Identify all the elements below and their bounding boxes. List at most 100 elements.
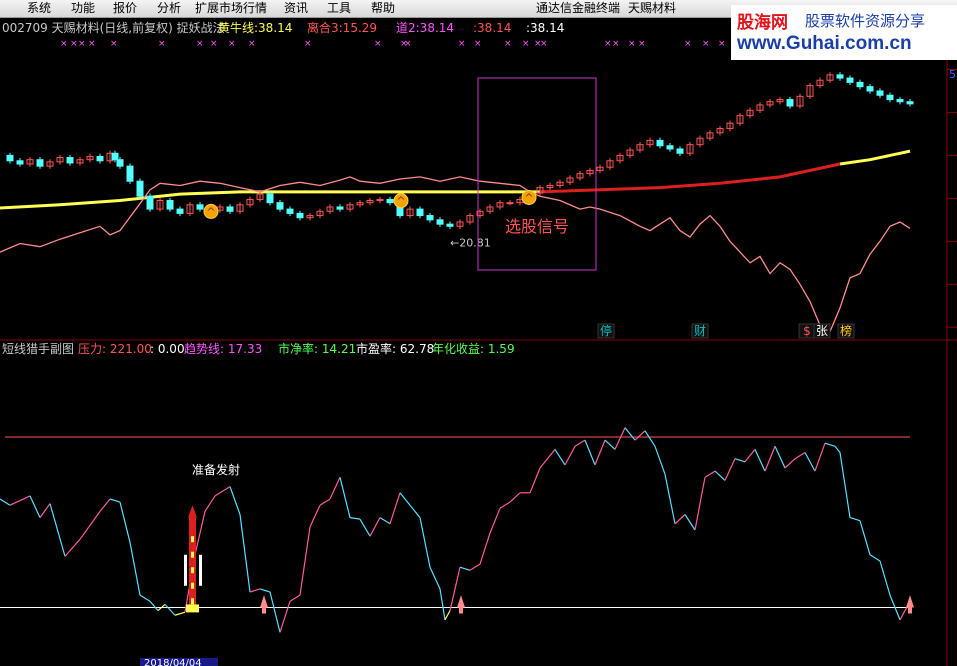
sub-line-segment [99,498,111,512]
sub-line-segment [399,492,411,506]
sub-line-segment [469,563,481,571]
sub-line-segment [499,501,511,509]
sub-line-segment [174,611,186,616]
signal-cross-mark: × [404,39,412,49]
sub-line-segment [129,542,141,596]
menu-item-5[interactable]: 资讯 [284,1,308,16]
launch-side-mark [199,554,202,586]
candle-body [676,148,684,154]
sub-line-segment [149,600,159,611]
sub-line-segment [714,470,726,481]
menu-right-item-0[interactable]: 通达信金融终端 [536,1,620,16]
menu-right-item-1[interactable]: 天赐材料 [628,1,676,16]
chart-area[interactable]: 5 002709 天赐材料(日线,前复权) 捉妖战法黄牛线:38.14 离合3:15… [0,18,957,666]
sub-indicator-3: 市净率: 14.21 [278,341,356,356]
sub-line-segment [879,560,891,596]
sub-line-segment [229,486,241,515]
launch-bar [189,517,196,611]
main-indicator-2: 道2:38.14 [396,21,454,35]
signal-cross-mark: × [458,39,466,49]
launch-dash-mark [191,536,194,543]
candle-body [266,193,274,204]
sub-line-segment [269,591,281,633]
menu-item-2[interactable]: 报价 [113,1,137,16]
sub-chart-title: 短线猎手副图 [2,342,74,356]
sub-line-segment [734,458,746,463]
sub-line-segment [634,430,646,441]
candle-body [866,86,874,92]
sub-line-segment [684,514,696,531]
candle-body [111,152,119,161]
main-indicator-3: :38.14 [473,21,511,35]
sub-line-segment [694,477,706,531]
candle-body [906,101,914,105]
sub-indicator-5: 年化收益: 1.59 [432,342,515,356]
launch-dash-mark [191,567,194,574]
sub-line-segment [79,511,101,540]
candle-body [386,198,394,204]
sub-line-segment [309,504,321,528]
launch-dash-mark [191,598,194,605]
watermark-slogan: 股票软件资源分享 [805,12,926,30]
coin-marker-caret: ^ [396,195,405,208]
menu-item-0[interactable]: 系统 [27,1,51,16]
event-tag-2: $ [803,324,811,338]
candle-body [426,215,434,221]
sub-indicator-4: 市盈率: 62.78 [356,341,434,356]
menu-item-3[interactable]: 分析 [157,1,181,16]
launch-side-mark [184,554,187,586]
sub-line-segment [164,603,176,616]
buy-arrow-stem [459,607,463,614]
sub-line-segment [529,467,541,494]
sub-line-segment [509,492,521,503]
sub-line-segment [319,498,331,506]
sub-line-segment [594,439,606,466]
menu-item-7[interactable]: 帮助 [371,1,395,16]
launch-dash-mark [191,551,194,558]
sub-line-segment [419,517,431,568]
signal-cross-mark: × [604,39,612,49]
buy-arrow-stem [908,607,912,614]
sub-line-segment [489,508,501,534]
menu-item-6[interactable]: 工具 [327,1,351,16]
menu-item-4[interactable]: 扩展市场行情 [195,1,267,16]
main-axis-label: 5 [949,68,956,81]
candle-body [876,90,884,96]
sub-line-segment [804,452,816,472]
signal-cross-mark: × [110,39,118,49]
candle-body [166,200,174,210]
candle-body [286,208,294,214]
signal-cross-mark: × [718,39,726,49]
candle-body [886,94,894,101]
sub-line-segment [624,427,636,441]
candle-body [196,204,204,210]
signal-cross-mark: × [684,39,692,49]
sub-line-segment [479,532,491,565]
sub-line-segment [439,588,446,620]
sub-line-segment [369,517,381,537]
signal-cross-mark: × [88,39,96,49]
signal-cross-mark: × [612,39,620,49]
sub-line-segment [444,610,451,621]
sub-line-segment [824,442,836,447]
candle-body [506,202,514,205]
sub-line-segment [654,446,666,475]
candle-body [16,160,24,165]
sub-line-segment [664,474,676,524]
candle-body [146,195,154,210]
sub-line-segment [869,554,881,562]
launch-base-mark [186,604,199,613]
sub-line-segment [614,427,626,450]
sub-line-segment [429,566,441,590]
buy-arrow-stem [262,607,266,614]
sub-line-segment [204,495,216,512]
candle-body [6,154,14,162]
signal-cross-mark: × [70,39,78,49]
ma-line-yellow-right [839,149,911,166]
sub-line-segment [564,446,576,466]
sub-line-segment [459,566,471,571]
candle-body [226,206,234,212]
menu-item-1[interactable]: 功能 [71,1,95,16]
sub-line-segment [604,439,616,450]
sub-line-segment [859,520,871,555]
